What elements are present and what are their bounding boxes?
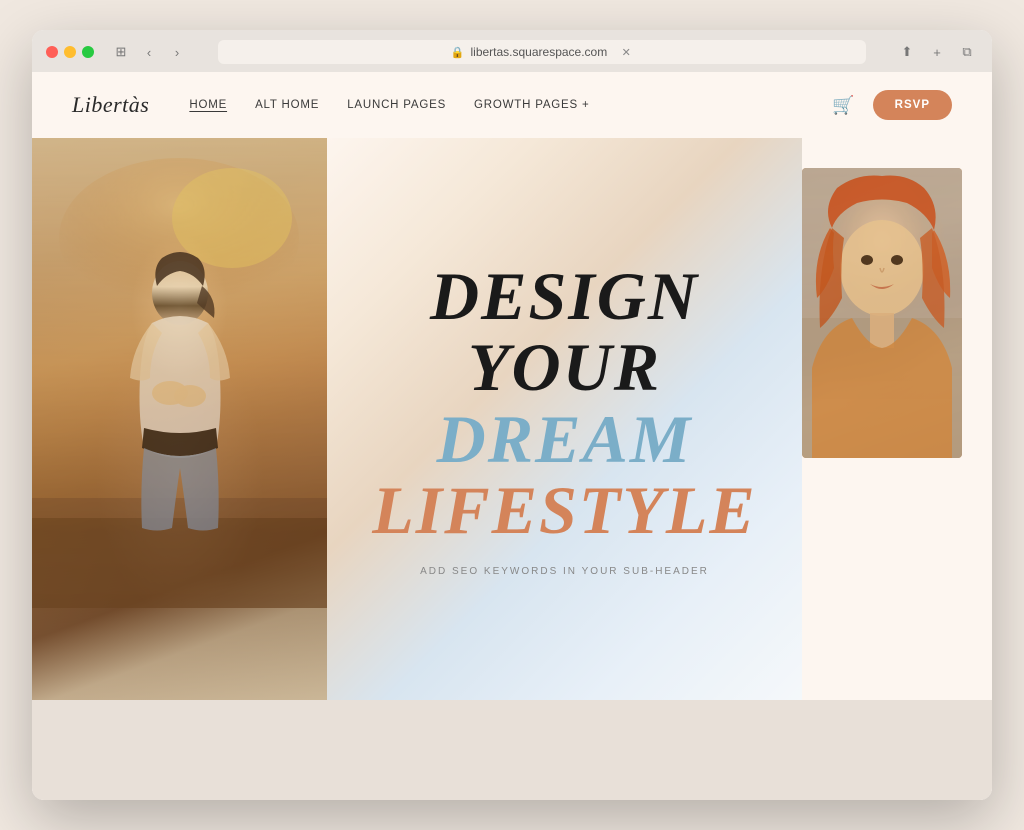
hero-title: DESIGN YOUR DREAM LIFESTYLE xyxy=(347,261,782,547)
hero-center-content: DESIGN YOUR DREAM LIFESTYLE ADD SEO KEYW… xyxy=(327,138,802,700)
website-content: Libertàs HOME ALT HOME LAUNCH PAGES GROW… xyxy=(32,72,992,800)
hero-title-line3: LIFESTYLE xyxy=(347,475,782,546)
new-tab-button[interactable]: + xyxy=(926,41,948,63)
address-bar[interactable]: 🔒 libertas.squarespace.com ✕ xyxy=(218,40,866,64)
photo-left-image xyxy=(32,138,327,700)
hero-title-dream: DREAM xyxy=(437,401,693,477)
share-button[interactable]: ⬆ xyxy=(896,41,918,63)
nav-link-growth-pages[interactable]: GROWTH PAGES + xyxy=(474,99,589,111)
close-traffic-light[interactable] xyxy=(46,46,58,58)
nav-right-actions: 🛒 RSVP xyxy=(832,90,952,120)
nav-link-launch-pages[interactable]: LAUNCH PAGES xyxy=(347,99,446,111)
browser-nav-controls: ⊞ ‹ › xyxy=(110,41,188,63)
lock-icon: 🔒 xyxy=(451,46,465,59)
nav-links: HOME ALT HOME LAUNCH PAGES GROWTH PAGES … xyxy=(189,99,832,111)
hero-title-your: YOUR xyxy=(468,329,661,405)
browser-chrome: ⊞ ‹ › 🔒 libertas.squarespace.com ✕ ⬆ + ⧉ xyxy=(32,30,992,72)
browser-right-controls: ⬆ + ⧉ xyxy=(896,41,978,63)
cart-icon[interactable]: 🛒 xyxy=(832,95,854,116)
close-tab-icon[interactable]: ✕ xyxy=(619,45,633,59)
url-text: libertas.squarespace.com xyxy=(470,45,607,59)
hero-subtitle: ADD SEO KEYWORDS IN YOUR SUB-HEADER xyxy=(420,566,709,577)
bottom-area xyxy=(32,700,992,800)
duplicate-button[interactable]: ⧉ xyxy=(956,41,978,63)
window-grid-button[interactable]: ⊞ xyxy=(110,41,132,63)
navigation: Libertàs HOME ALT HOME LAUNCH PAGES GROW… xyxy=(32,72,992,138)
hero-title-line1: DESIGN xyxy=(347,261,782,332)
nav-link-home[interactable]: HOME xyxy=(189,99,227,111)
hero-title-line2: YOUR DREAM xyxy=(347,332,782,475)
traffic-lights xyxy=(46,46,94,58)
fullscreen-traffic-light[interactable] xyxy=(82,46,94,58)
rsvp-button[interactable]: RSVP xyxy=(873,90,952,120)
photo-right-image xyxy=(802,168,962,458)
minimize-traffic-light[interactable] xyxy=(64,46,76,58)
browser-window: ⊞ ‹ › 🔒 libertas.squarespace.com ✕ ⬆ + ⧉… xyxy=(32,30,992,800)
hero-photo-right xyxy=(802,138,992,700)
nav-link-alt-home[interactable]: ALT HOME xyxy=(255,99,319,111)
site-logo[interactable]: Libertàs xyxy=(72,92,149,118)
hero-section: DESIGN YOUR DREAM LIFESTYLE ADD SEO KEYW… xyxy=(32,138,992,700)
hero-photo-left xyxy=(32,138,327,700)
back-button[interactable]: ‹ xyxy=(138,41,160,63)
forward-button[interactable]: › xyxy=(166,41,188,63)
